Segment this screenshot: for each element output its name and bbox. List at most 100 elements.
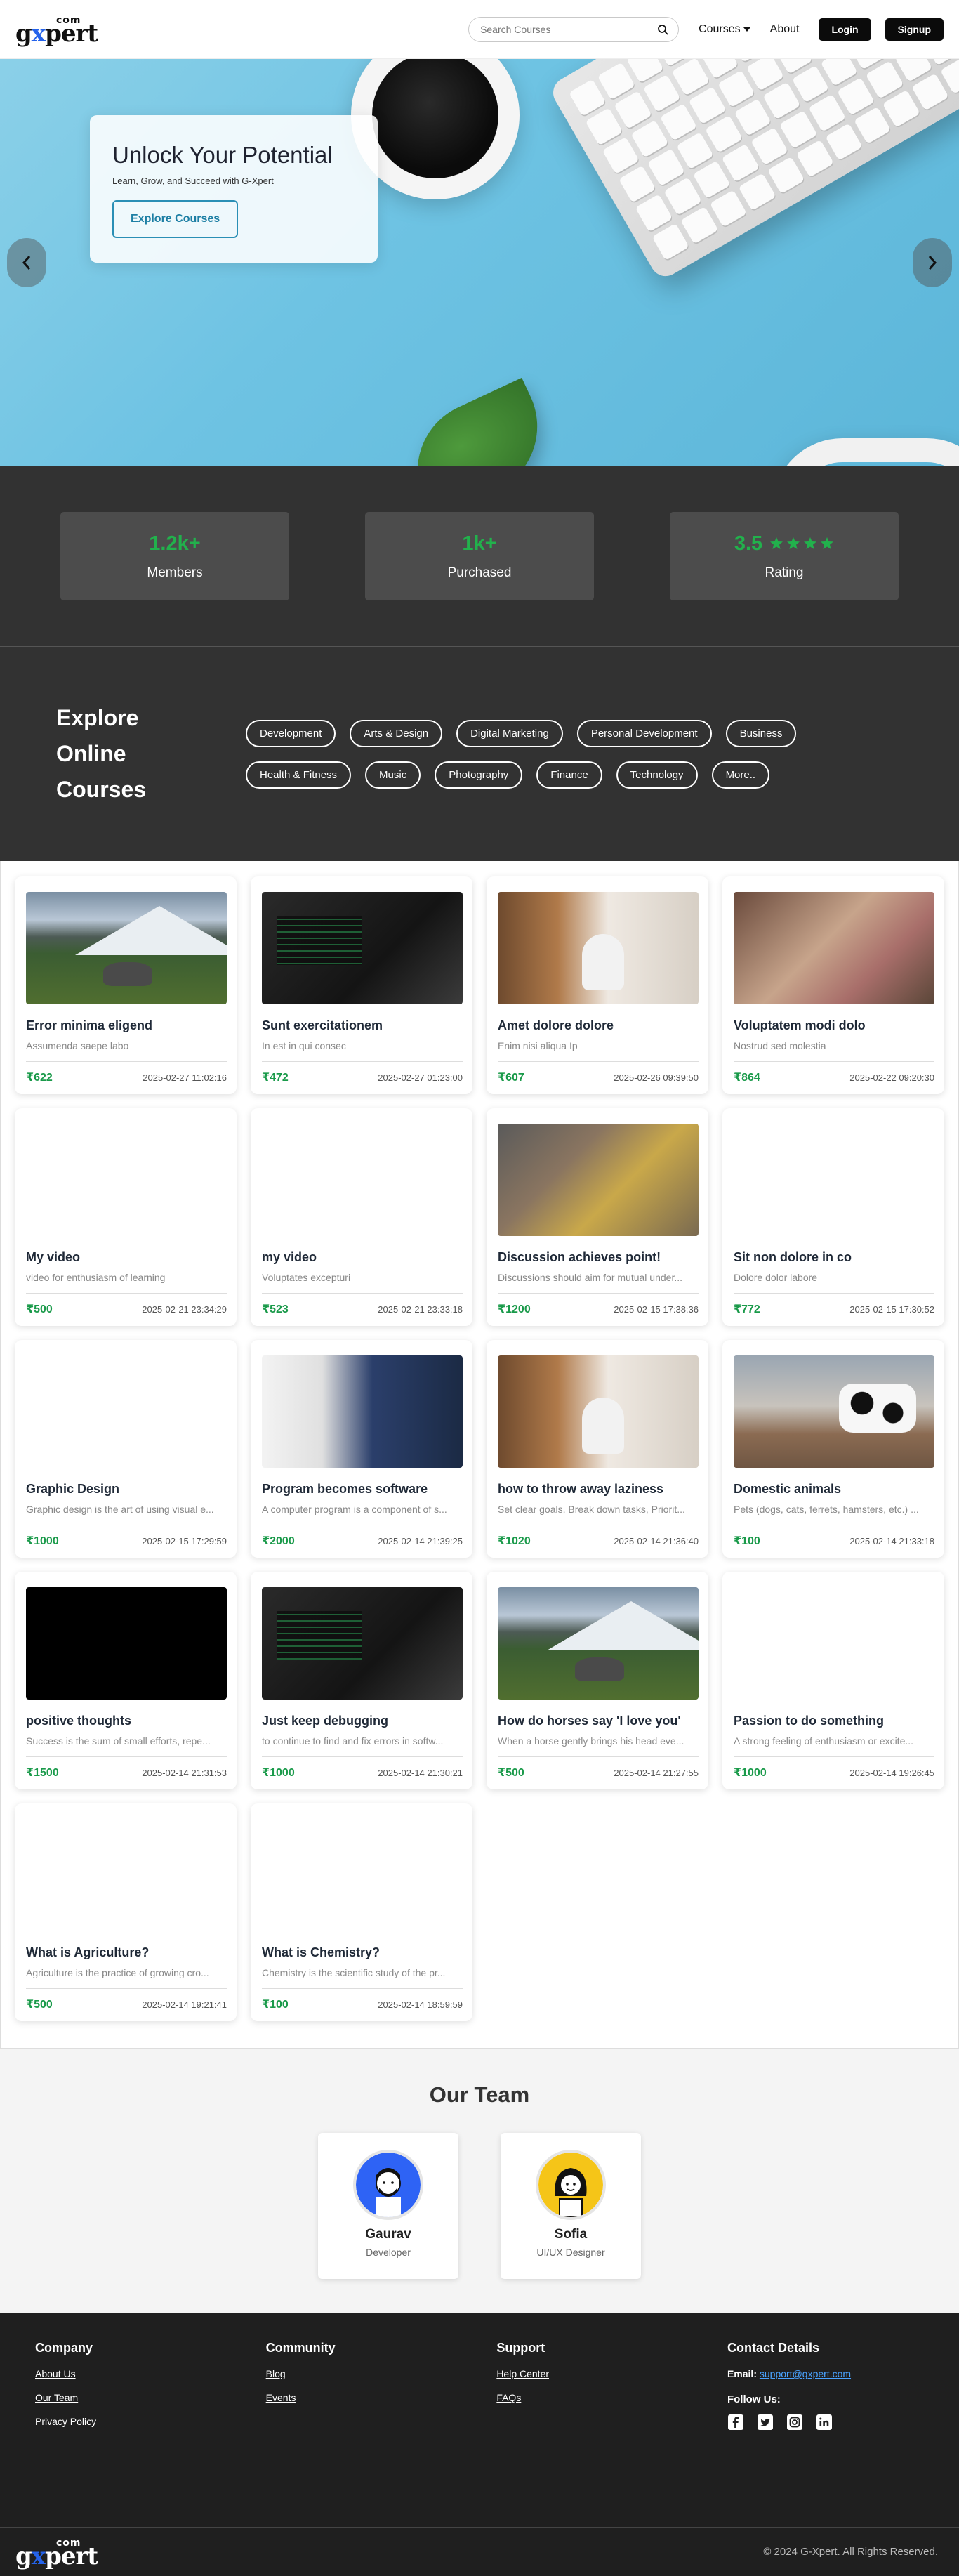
courses-dropdown[interactable]: Courses xyxy=(699,23,750,36)
category-tag[interactable]: Health & Fitness xyxy=(246,761,352,789)
twitter-icon[interactable] xyxy=(757,2414,774,2431)
footer-link-help-center[interactable]: Help Center xyxy=(496,2368,721,2379)
course-card[interactable]: What is Chemistry? Chemistry is the scien… xyxy=(251,1803,472,2021)
footer-brand-logo[interactable]: com gxpert xyxy=(15,2536,102,2568)
keyboard-key xyxy=(791,65,830,103)
keyboard-key xyxy=(767,156,805,195)
stat-label: Purchased xyxy=(447,565,512,580)
keyboard-key xyxy=(882,89,920,128)
courses-link-label: Courses xyxy=(699,22,741,35)
course-card[interactable]: Error minima eligend Assumenda saepe labo… xyxy=(15,876,237,1094)
explore-section: Explore Online Courses Development Arts &… xyxy=(0,647,959,861)
course-price: ₹1000 xyxy=(734,1767,767,1779)
team-member-name: Sofia xyxy=(554,2227,588,2242)
category-tag[interactable]: Finance xyxy=(536,761,602,789)
course-card[interactable]: Amet dolore dolore Enim nisi aliqua Ip ₹60… xyxy=(487,876,708,1094)
course-card[interactable]: Sit non dolore in co Dolore dolor labore ₹… xyxy=(722,1108,944,1326)
course-card[interactable]: Sunt exercitationem In est in qui consec ₹… xyxy=(251,876,472,1094)
category-tag[interactable]: Personal Development xyxy=(576,719,712,747)
course-card[interactable]: how to throw away laziness Set clear goal… xyxy=(487,1340,708,1558)
course-footer: ₹1000 2025-02-14 21:30:21 xyxy=(262,1756,463,1780)
course-date: 2025-02-14 21:39:25 xyxy=(378,1535,463,1546)
course-card[interactable]: What is Agriculture? Agriculture is the p… xyxy=(15,1803,237,2021)
course-description: Assumenda saepe labo xyxy=(26,1040,129,1051)
category-tag[interactable]: More.. xyxy=(711,761,770,789)
footer-columns: Company About Us Our Team Privacy Policy… xyxy=(35,2341,924,2440)
course-card[interactable]: Program becomes software A computer progr… xyxy=(251,1340,472,1558)
course-card[interactable]: My video video for enthusiasm of learning… xyxy=(15,1108,237,1326)
star-icon xyxy=(787,537,800,549)
category-tag[interactable]: Photography xyxy=(435,761,523,789)
footer-link-our-team[interactable]: Our Team xyxy=(35,2392,260,2403)
stat-purchased: 1k+ Purchased xyxy=(365,512,594,600)
footer-support: Support Help Center FAQs xyxy=(496,2341,721,2440)
course-title: What is Chemistry? xyxy=(262,1945,381,1959)
course-card[interactable]: positive thoughts Success is the sum of s… xyxy=(15,1572,237,1789)
contact-email-link[interactable]: support@gxpert.com xyxy=(760,2368,851,2379)
footer-community: Community Blog Events xyxy=(266,2341,491,2440)
avatar xyxy=(353,2150,423,2220)
footer-link-events[interactable]: Events xyxy=(266,2392,491,2403)
keyboard-key xyxy=(585,107,623,146)
explore-courses-button[interactable]: Explore Courses xyxy=(112,200,239,238)
linkedin-icon[interactable] xyxy=(816,2414,833,2431)
course-price: ₹1000 xyxy=(262,1767,295,1779)
course-card[interactable]: Domestic animals Pets (dogs, cats, ferret… xyxy=(722,1340,944,1558)
logo-word: gxpert xyxy=(15,2542,98,2570)
star-icon xyxy=(821,537,834,549)
facebook-icon[interactable] xyxy=(727,2414,744,2431)
category-tag[interactable]: Music xyxy=(365,761,421,789)
social-links xyxy=(727,2414,924,2431)
explore-heading: Explore Online Courses xyxy=(56,705,147,802)
carousel-prev-button[interactable] xyxy=(7,238,46,287)
keyboard-key xyxy=(808,94,846,132)
rating-stars xyxy=(769,537,834,551)
stat-value: 1k+ xyxy=(462,532,497,555)
course-price: ₹500 xyxy=(498,1767,524,1779)
brand-logo[interactable]: com gxpert xyxy=(15,13,102,46)
course-footer: ₹864 2025-02-22 09:20:30 xyxy=(734,1061,934,1084)
category-tag[interactable]: Business xyxy=(725,719,797,747)
course-card[interactable]: Passion to do something A strong feeling … xyxy=(722,1572,944,1789)
category-tags: Development Arts & Design Digital Marketin… xyxy=(246,719,878,789)
hero-carousel: Unlock Your Potential Learn, Grow, and S… xyxy=(0,59,959,466)
carousel-next-button[interactable] xyxy=(913,238,952,287)
star-icon xyxy=(804,537,817,549)
footer-link-about-us[interactable]: About Us xyxy=(35,2368,260,2379)
course-card[interactable]: Discussion achieves point! Discussions sh… xyxy=(487,1108,708,1326)
category-tag[interactable]: Arts & Design xyxy=(350,719,443,747)
keyboard-key xyxy=(647,148,685,187)
footer-link-faqs[interactable]: FAQs xyxy=(496,2392,721,2403)
course-thumbnail xyxy=(734,892,934,1004)
search-input[interactable] xyxy=(480,23,656,35)
category-tag[interactable]: Digital Marketing xyxy=(456,719,563,747)
footer-link-privacy-policy[interactable]: Privacy Policy xyxy=(35,2416,260,2427)
course-title: How do horses say 'I love you' xyxy=(498,1714,681,1728)
course-card[interactable]: Voluptatem modi dolo Nostrud sed molestia… xyxy=(722,876,944,1094)
category-tag[interactable]: Development xyxy=(246,719,336,747)
footer-bottom-bar: com gxpert © 2024 G-Xpert. All Rights Re… xyxy=(0,2527,959,2576)
course-description: A strong feeling of enthusiasm or excite… xyxy=(734,1735,914,1747)
course-card[interactable]: How do horses say 'I love you' When a hor… xyxy=(487,1572,708,1789)
instagram-icon[interactable] xyxy=(786,2414,803,2431)
login-button[interactable]: Login xyxy=(819,18,871,41)
footer-link-blog[interactable]: Blog xyxy=(266,2368,491,2379)
about-link[interactable]: About xyxy=(770,23,800,36)
category-tag[interactable]: Technology xyxy=(616,761,698,789)
course-footer: ₹607 2025-02-26 09:39:50 xyxy=(498,1061,699,1084)
chevron-left-icon xyxy=(22,256,31,270)
course-card[interactable]: Just keep debugging to continue to find a… xyxy=(251,1572,472,1789)
course-thumbnail xyxy=(498,1355,699,1468)
signup-button[interactable]: Signup xyxy=(885,18,944,41)
search-icon[interactable] xyxy=(656,22,670,37)
keyboard-key xyxy=(734,98,772,137)
team-title: Our Team xyxy=(429,2082,530,2107)
contact-email: Email: support@gxpert.com xyxy=(727,2368,852,2379)
course-card[interactable]: Graphic Design Graphic design is the art … xyxy=(15,1340,237,1558)
course-date: 2025-02-22 09:20:30 xyxy=(849,1072,934,1083)
course-date: 2025-02-14 18:59:59 xyxy=(378,1999,463,2010)
team-section: Our Team Gaurav Developer Sofia UI/UX De… xyxy=(0,2049,959,2313)
keyboard-key xyxy=(738,173,776,211)
course-card[interactable]: my video Voluptates excepturi ₹523 2025-02-… xyxy=(251,1108,472,1326)
nav-right: Courses About Login Signup xyxy=(468,16,944,42)
